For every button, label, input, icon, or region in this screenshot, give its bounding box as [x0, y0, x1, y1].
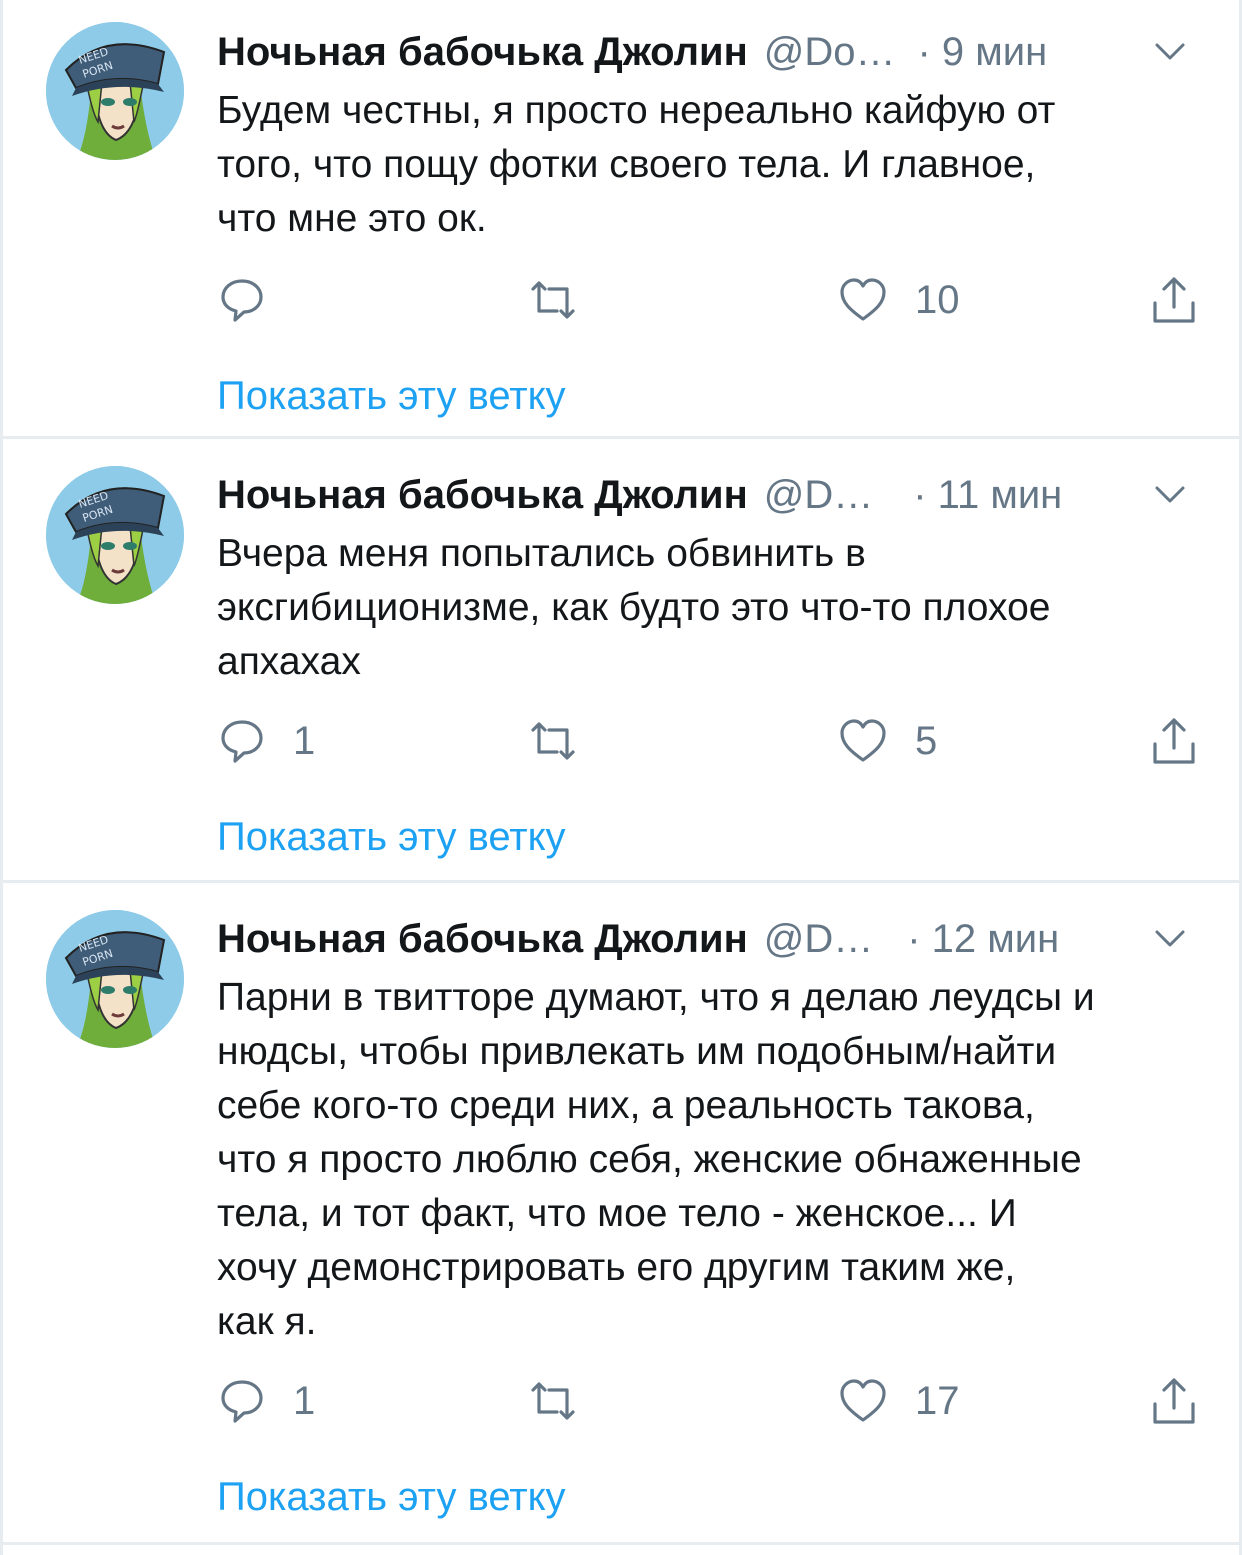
- display-name[interactable]: Ночьная бабочька Джолин: [217, 917, 748, 962]
- show-thread-link[interactable]: Показать эту ветку: [217, 1475, 566, 1520]
- chevron-down-icon[interactable]: [1153, 481, 1187, 509]
- like-count: 17: [915, 1378, 960, 1423]
- tweet-header: Ночьная бабочька Джолин @Do… · 9 мин: [217, 26, 1207, 78]
- show-thread-link[interactable]: Показать эту ветку: [217, 374, 566, 419]
- tweet[interactable]: NEED PORN Ночьная бабочька Джолин @Do… ·…: [3, 0, 1239, 439]
- avatar-image: NEED PORN: [46, 910, 184, 1048]
- display-name[interactable]: Ночьная бабочька Джолин: [217, 30, 748, 75]
- avatar[interactable]: NEED PORN: [46, 22, 184, 160]
- avatar-image: NEED PORN: [46, 466, 184, 604]
- display-name[interactable]: Ночьная бабочька Джолин: [217, 473, 748, 518]
- share-upload-icon: [1153, 277, 1195, 323]
- speech-bubble-icon: [221, 720, 263, 763]
- like-count: 5: [915, 718, 938, 763]
- like-count: 10: [915, 277, 960, 322]
- speech-bubble-icon: [221, 1380, 263, 1423]
- user-handle[interactable]: @D…: [764, 917, 874, 962]
- retweet-button[interactable]: [525, 270, 607, 330]
- chevron-down-icon[interactable]: [1153, 925, 1187, 953]
- reply-count: 1: [293, 718, 316, 763]
- avatar-image: NEED PORN: [46, 22, 184, 160]
- speech-bubble-icon: [221, 279, 263, 322]
- reply-button[interactable]: 1: [217, 711, 315, 771]
- tweet-actions: 10: [217, 270, 1207, 330]
- retweet-arrows-icon: [531, 281, 575, 319]
- tweet-header: Ночьная бабочька Джолин @D… · 11 мин: [217, 469, 1207, 521]
- tweet[interactable]: NEED PORN Ночьная бабочька Джолин @D… · …: [3, 883, 1239, 1545]
- tweet-actions: 1 17: [217, 1371, 1207, 1431]
- tweet-text: Будем честны, я просто нереально кайфую …: [217, 89, 1056, 240]
- share-button[interactable]: [1149, 270, 1199, 330]
- tweet-text: Парни в твитторе думают, что я делаю леу…: [217, 976, 1095, 1343]
- user-handle[interactable]: @Do…: [764, 30, 896, 75]
- share-upload-icon: [1153, 1378, 1195, 1424]
- tweet-text: Вчера меня попытались обвинить в эксгиби…: [217, 532, 1051, 683]
- chevron-down-icon[interactable]: [1153, 38, 1187, 66]
- retweet-button[interactable]: [525, 1371, 607, 1431]
- like-button[interactable]: 10: [837, 270, 960, 330]
- tweet-feed: NEED PORN Ночьная бабочька Джолин @Do… ·…: [0, 0, 1242, 1555]
- tweet-actions: 1 5: [217, 711, 1207, 771]
- heart-outline-icon: [840, 719, 886, 762]
- retweet-button[interactable]: [525, 711, 607, 771]
- reply-button[interactable]: [217, 270, 293, 330]
- avatar[interactable]: NEED PORN: [46, 466, 184, 604]
- retweet-arrows-icon: [531, 722, 575, 760]
- reply-count: 1: [293, 1378, 316, 1423]
- avatar[interactable]: NEED PORN: [46, 910, 184, 1048]
- share-upload-icon: [1153, 718, 1195, 764]
- like-button[interactable]: 5: [837, 711, 937, 771]
- reply-button[interactable]: 1: [217, 1371, 315, 1431]
- like-button[interactable]: 17: [837, 1371, 960, 1431]
- heart-outline-icon: [840, 278, 886, 321]
- timestamp[interactable]: · 9 мин: [918, 30, 1048, 75]
- tweet-header: Ночьная бабочька Джолин @D… · 12 мин: [217, 913, 1207, 965]
- tweet[interactable]: NEED PORN Ночьная бабочька Джолин @D… · …: [3, 439, 1239, 883]
- show-thread-link[interactable]: Показать эту ветку: [217, 815, 566, 860]
- timestamp[interactable]: · 11 мин: [913, 473, 1062, 518]
- timestamp[interactable]: · 12 мин: [907, 917, 1059, 962]
- share-button[interactable]: [1149, 1371, 1199, 1431]
- share-button[interactable]: [1149, 711, 1199, 771]
- user-handle[interactable]: @D…: [764, 473, 874, 518]
- heart-outline-icon: [840, 1379, 886, 1422]
- retweet-arrows-icon: [531, 1382, 575, 1420]
